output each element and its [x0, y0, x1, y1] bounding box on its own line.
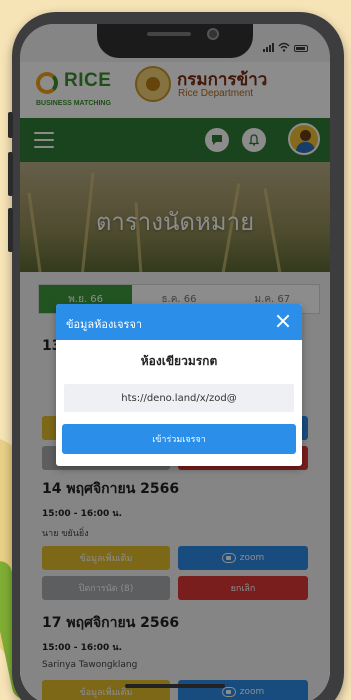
close-icon[interactable]: [276, 314, 290, 328]
phone-side-button: [8, 208, 13, 252]
meeting-link-text: hts://deno.land/x/zod@: [121, 392, 237, 404]
phone-side-button: [8, 152, 13, 196]
wifi-icon: [278, 42, 290, 52]
phone-screen: RICE BUSINESS MATCHING กรมการข้าว Rice D…: [20, 24, 330, 700]
phone-side-button: [8, 112, 13, 138]
status-bar: [263, 42, 308, 52]
meeting-room-dialog: ข้อมูลห้องเจรจา ห้องเขียวมรกต hts://deno…: [56, 304, 302, 466]
room-name: ห้องเขียวมรกต: [140, 354, 218, 368]
dialog-header: ข้อมูลห้องเจรจา: [56, 304, 302, 340]
home-indicator: [125, 684, 225, 688]
meeting-link[interactable]: hts://deno.land/x/zod@: [64, 384, 294, 412]
front-camera: [207, 28, 219, 40]
signal-icon: [263, 43, 274, 52]
speaker-grille: [147, 32, 191, 36]
dialog-title: ข้อมูลห้องเจรจา: [66, 318, 143, 331]
phone-notch: [97, 24, 253, 58]
join-meeting-label: เข้าร่วมเจรจา: [152, 435, 206, 445]
join-meeting-button[interactable]: เข้าร่วมเจรจา: [62, 424, 296, 454]
battery-icon: [294, 45, 308, 52]
